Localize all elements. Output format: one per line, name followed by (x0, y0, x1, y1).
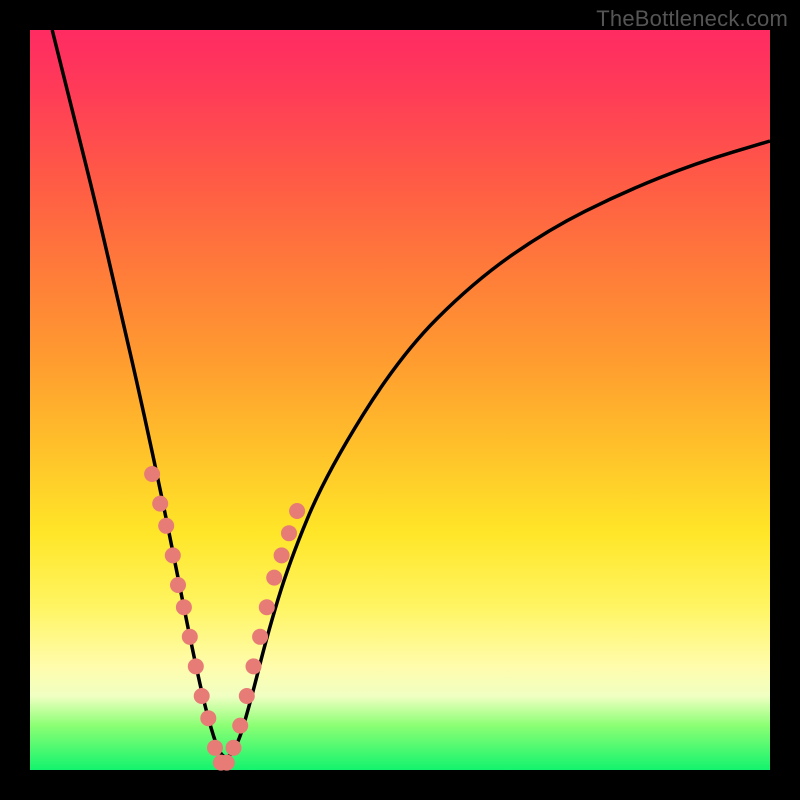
curve-dot (266, 570, 282, 586)
curve-dot (226, 740, 242, 756)
curve-dot (274, 547, 290, 563)
curve-dot (200, 710, 216, 726)
curve-dot (281, 525, 297, 541)
curve-dot (246, 658, 262, 674)
curve-dot (182, 629, 198, 645)
curve-dot (144, 466, 160, 482)
curve-dot (239, 688, 255, 704)
curve-dot (207, 740, 223, 756)
curve-dot (289, 503, 305, 519)
curve-dot (259, 599, 275, 615)
curve-dot (194, 688, 210, 704)
bottleneck-curve (52, 30, 770, 757)
curve-dot (165, 547, 181, 563)
curve-dot (252, 629, 268, 645)
watermark-text: TheBottleneck.com (596, 6, 788, 32)
chart-plot-area (30, 30, 770, 770)
curve-dot (158, 518, 174, 534)
curve-sample-dots (144, 466, 305, 771)
curve-dot (232, 718, 248, 734)
curve-dot (188, 658, 204, 674)
curve-dot (176, 599, 192, 615)
bottleneck-curve-svg (30, 30, 770, 770)
curve-dot (152, 496, 168, 512)
curve-dot (170, 577, 186, 593)
chart-frame: TheBottleneck.com (0, 0, 800, 800)
curve-dot (219, 755, 235, 771)
